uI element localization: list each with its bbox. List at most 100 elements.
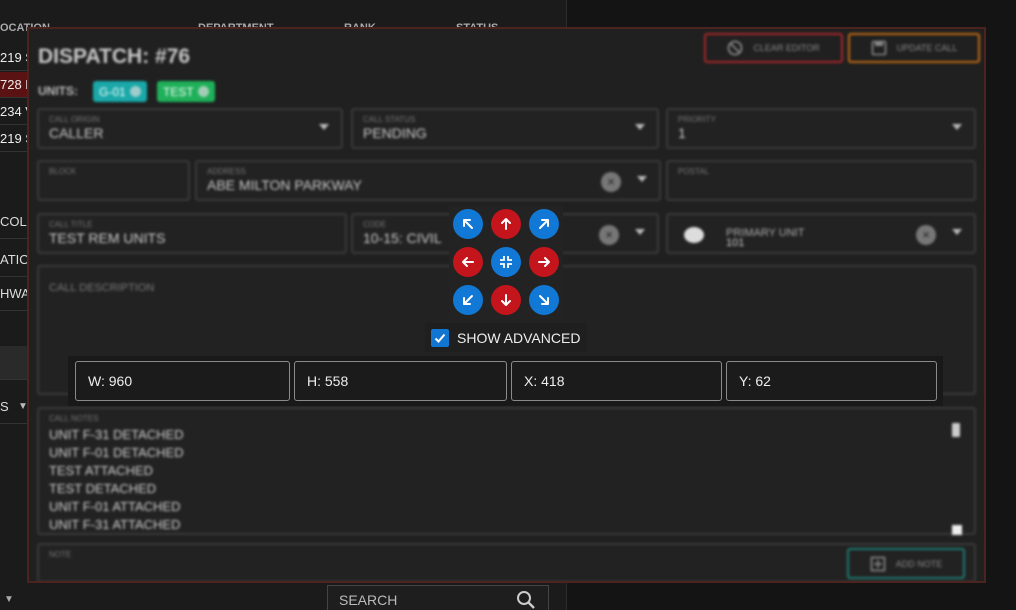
move-down-left-button[interactable] [453, 285, 483, 315]
chevron-down-icon [952, 124, 962, 130]
field-value: CALLER [49, 125, 104, 141]
chevron-down-icon[interactable] [952, 229, 962, 235]
arrow-down-right-icon [539, 295, 549, 305]
field-value: 101 [726, 237, 745, 249]
move-right-button[interactable] [529, 247, 559, 277]
clear-icon[interactable]: × [916, 225, 936, 245]
avatar [684, 227, 704, 243]
table-row[interactable]: 219 S [0, 45, 30, 71]
block-field[interactable]: BLOCK [37, 160, 190, 201]
field-label: CALL ORIGIN [49, 115, 100, 124]
field-label: NOTE [49, 550, 72, 559]
call-origin-select[interactable]: CALL ORIGIN CALLER [37, 108, 343, 149]
search-icon[interactable] [516, 590, 536, 610]
y-position-field[interactable]: Y: 62 [726, 361, 937, 401]
field-label: CALL DESCRIPTION [49, 282, 155, 294]
page-title: DISPATCH: #76 [38, 45, 191, 68]
clear-editor-button[interactable]: CLEAR EDITOR [704, 33, 843, 63]
arrow-left-icon [462, 257, 474, 267]
update-call-label: UPDATE CALL [896, 43, 958, 53]
list-item[interactable]: HWA [0, 277, 30, 311]
list-item[interactable]: COLU [0, 205, 30, 239]
width-field[interactable]: W: 960 [75, 361, 290, 401]
clear-icon[interactable]: × [601, 172, 621, 192]
unit-chip[interactable]: G-01 [93, 81, 147, 102]
primary-unit-select[interactable]: PRIMARY UNIT 101 × [666, 213, 976, 254]
list-item-label: S [0, 399, 9, 414]
field-value: PENDING [363, 125, 427, 141]
address-field[interactable]: ADDRESS ABE MILTON PARKWAY × [195, 160, 661, 201]
notes-list: UNIT F-31 DETACHED UNIT F-01 DETACHED TE… [49, 426, 184, 534]
unit-chip-label: G-01 [99, 84, 126, 99]
x-position-field[interactable]: X: 418 [511, 361, 722, 401]
table-row[interactable]: 728 E [0, 72, 30, 98]
update-call-button[interactable]: UPDATE CALL [848, 33, 980, 63]
arrow-down-left-icon [463, 295, 473, 305]
arrow-up-right-icon [539, 219, 549, 229]
chevron-down-icon[interactable]: ▼ [4, 594, 14, 605]
scroll-handle[interactable] [952, 525, 962, 535]
clear-editor-label: CLEAR EDITOR [753, 43, 820, 53]
check-icon [434, 333, 446, 343]
remove-icon[interactable] [129, 86, 141, 97]
chevron-down-icon [319, 124, 329, 130]
arrow-up-left-icon [463, 219, 473, 229]
show-advanced-checkbox[interactable] [431, 328, 449, 347]
arrow-right-icon [538, 257, 550, 267]
move-up-left-button[interactable] [453, 209, 483, 239]
show-advanced-label: SHOW ADVANCED [457, 329, 581, 346]
arrow-up-icon [501, 218, 511, 230]
center-button[interactable] [491, 247, 521, 277]
chevron-down-icon [635, 124, 645, 130]
field-label: CODE [363, 220, 387, 229]
save-icon [871, 40, 886, 56]
add-icon [870, 556, 886, 571]
postal-field[interactable]: POSTAL [666, 160, 976, 201]
move-down-button[interactable] [491, 285, 521, 315]
call-title-field[interactable]: CALL TITLE TEST REM UNITS [37, 213, 347, 254]
field-label: CALL TITLE [49, 220, 93, 229]
field-value: 10-15: CIVIL [363, 230, 442, 246]
priority-select[interactable]: PRIORITY 1 [666, 108, 976, 149]
list-item: UNIT F-01 ATTACHED [49, 499, 181, 514]
list-item: UNIT F-31 DETACHED [49, 427, 184, 442]
field-label: CALL NOTES [49, 414, 99, 423]
center-icon [500, 256, 512, 268]
field-value: ABE MILTON PARKWAY [207, 177, 362, 193]
move-down-right-button[interactable] [529, 285, 559, 315]
search-input[interactable]: SEARCH [327, 585, 549, 610]
move-up-right-button[interactable] [529, 209, 559, 239]
units-label: UNITS: [38, 84, 78, 98]
arrow-down-icon [501, 294, 511, 306]
field-label: BLOCK [49, 167, 77, 176]
list-item[interactable]: S ▼ [0, 390, 30, 424]
remove-icon[interactable] [197, 86, 209, 97]
unit-chip[interactable]: TEST [157, 81, 215, 102]
move-up-button[interactable] [491, 209, 521, 239]
chevron-down-icon[interactable] [637, 176, 647, 182]
clear-icon[interactable]: × [599, 225, 619, 245]
height-field[interactable]: H: 558 [294, 361, 507, 401]
scroll-thumb[interactable] [952, 423, 960, 437]
chevron-down-icon[interactable] [635, 229, 645, 235]
field-label: ADDRESS [207, 167, 246, 176]
list-item: TEST ATTACHED [49, 463, 154, 478]
show-advanced-toggle[interactable]: SHOW ADVANCED [425, 323, 587, 352]
list-item[interactable]: ATIO [0, 243, 30, 277]
table-row[interactable]: 234 V [0, 99, 30, 125]
table-row[interactable]: 219 S [0, 126, 30, 152]
call-notes-list[interactable]: CALL NOTES UNIT F-31 DETACHED UNIT F-01 … [37, 407, 976, 535]
field-label: CALL STATUS [363, 115, 416, 124]
field-label: PRIORITY [678, 115, 716, 124]
add-note-label: ADD NOTE [895, 558, 943, 569]
list-item[interactable] [0, 346, 30, 380]
call-status-select[interactable]: CALL STATUS PENDING [351, 108, 659, 149]
scrollbar[interactable] [952, 423, 962, 535]
add-note-button[interactable]: ADD NOTE [847, 548, 965, 579]
unit-chip-label: TEST [163, 84, 194, 99]
note-input[interactable]: NOTE ADD NOTE [37, 543, 976, 581]
move-left-button[interactable] [453, 247, 483, 277]
search-label: SEARCH [339, 592, 398, 608]
move-direction-pad [449, 206, 563, 320]
field-value: TEST REM UNITS [49, 230, 166, 246]
